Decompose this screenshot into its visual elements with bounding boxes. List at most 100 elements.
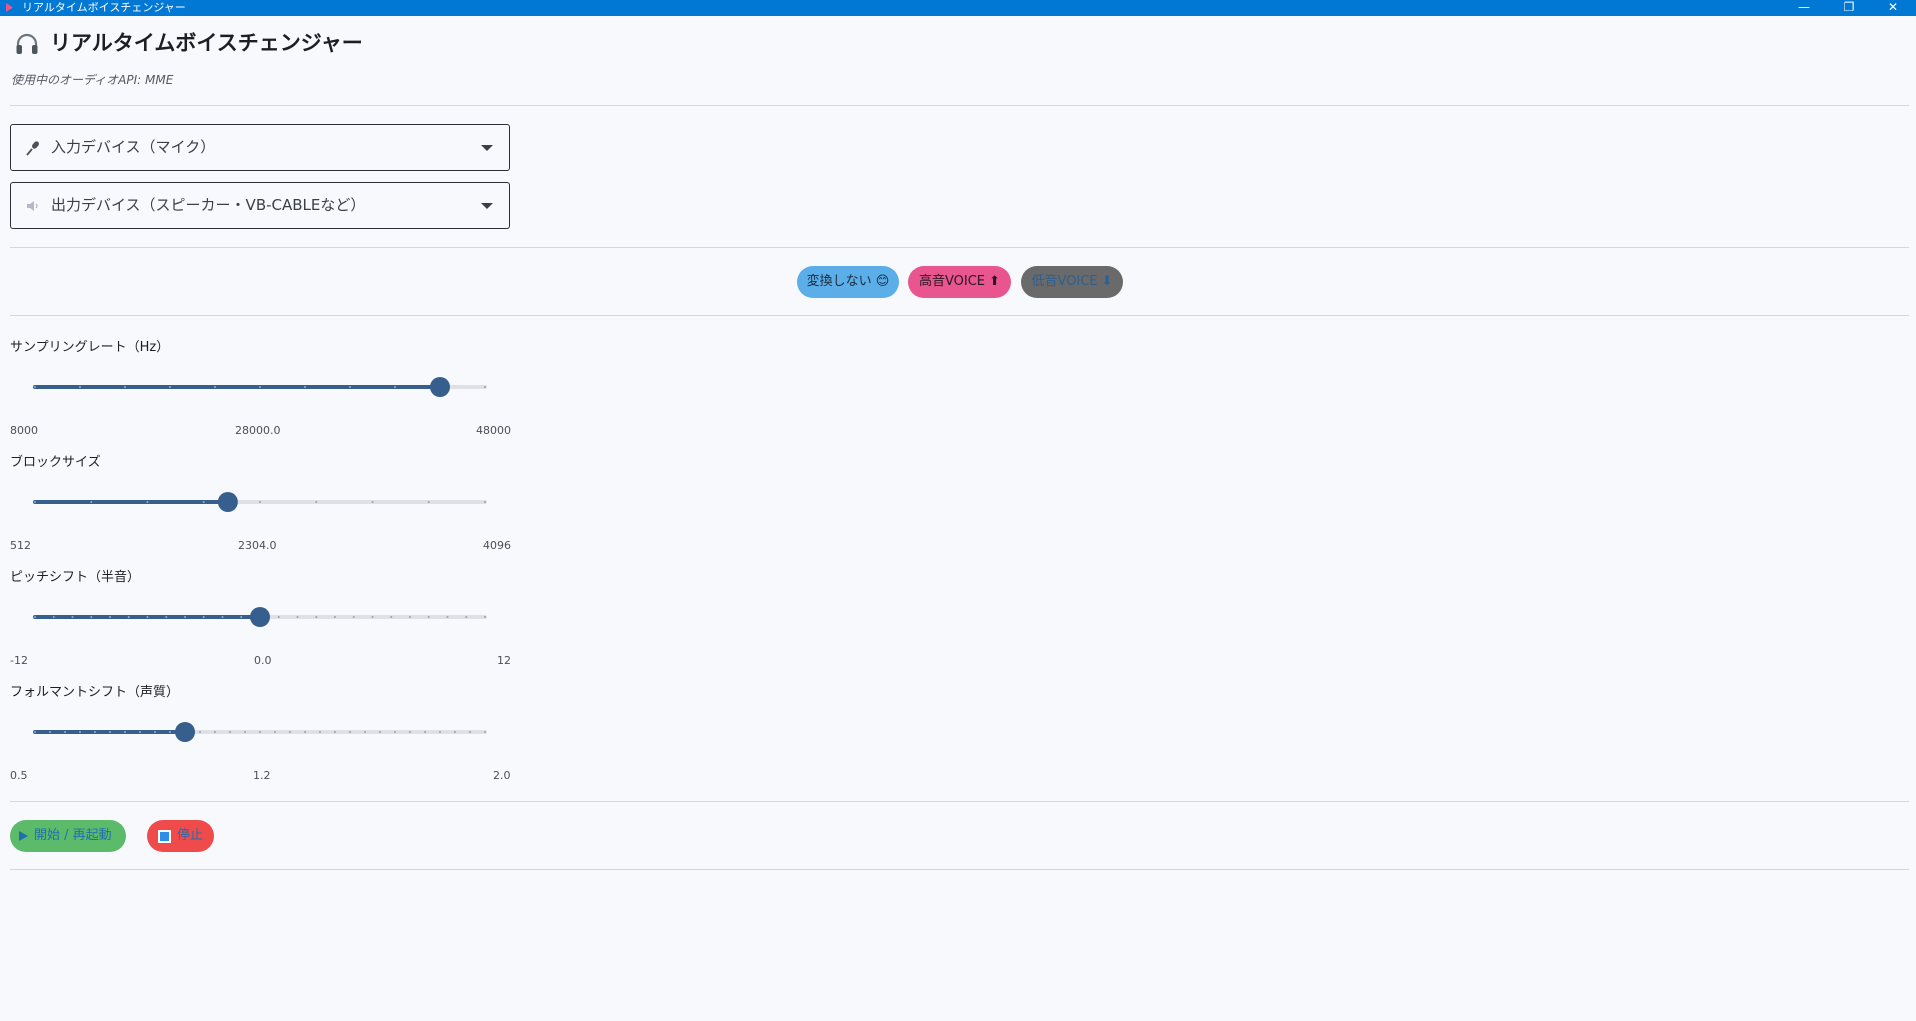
input-device-label: 入力デバイス（マイク） (51, 138, 216, 156)
stop-label: 停止 (177, 828, 204, 843)
slider-tick (79, 731, 81, 733)
slider-tick (409, 731, 411, 733)
slider-tick (424, 731, 426, 733)
block-size-slider[interactable] (30, 487, 490, 517)
output-device-select[interactable]: 出力デバイス（スピーカー・VB-CABLEなど） (10, 182, 510, 229)
slider-tick (394, 386, 396, 388)
slider-tick (109, 616, 111, 618)
app-icon (6, 3, 13, 12)
slider-tick (124, 386, 126, 388)
slider-tick (146, 501, 149, 503)
slider-tick (259, 501, 261, 503)
slider-tick (427, 616, 430, 618)
slider-tick (446, 616, 449, 618)
slider-tick (221, 616, 224, 618)
slider-tick (315, 616, 318, 618)
slider-tick (484, 386, 486, 388)
slider-tick (427, 501, 430, 503)
divider (10, 247, 1909, 248)
slider-tick (124, 731, 126, 733)
slider-tick (465, 616, 468, 618)
sampling-rate-mid: 28000.0 (235, 424, 281, 437)
pitch-shift-min: -12 (10, 654, 28, 667)
slider-tick (304, 386, 306, 388)
block-size-label: ブロックサイズ (10, 455, 101, 470)
start-restart-label: 開始 / 再起動 (34, 828, 112, 843)
slider-tick (371, 616, 374, 618)
block-size-min: 512 (10, 539, 31, 552)
slider-tick (469, 731, 471, 733)
formant-shift-slider[interactable] (30, 717, 490, 747)
stop-icon (158, 830, 171, 843)
slider-tick (319, 731, 321, 733)
slider-tick (371, 501, 374, 503)
slider-tick (364, 731, 366, 733)
pitch-shift-slider[interactable] (30, 602, 490, 632)
slider-tick (379, 731, 381, 733)
slider-tick (34, 386, 36, 388)
chevron-down-icon (481, 203, 493, 209)
block-size-max: 4096 (483, 539, 511, 552)
slider-tick (139, 731, 141, 733)
preset-low-voice-button[interactable]: 低音VOICE ⬇ (1021, 266, 1123, 298)
slider-tick (484, 501, 486, 503)
slider-tick (169, 731, 171, 733)
play-icon (19, 831, 28, 841)
slider-tick (484, 731, 486, 733)
slider-tick (454, 731, 456, 733)
slider-tick (259, 386, 261, 388)
slider-tick (202, 501, 205, 503)
slider-tick (90, 501, 93, 503)
slider-tick (349, 386, 351, 388)
slider-tick (90, 616, 93, 618)
chevron-down-icon (481, 145, 493, 151)
slider-thumb[interactable] (217, 492, 238, 512)
slider-thumb[interactable] (430, 377, 450, 397)
slider-tick (127, 616, 130, 618)
slider-tick (154, 731, 156, 733)
slider-thumb[interactable] (175, 722, 195, 742)
stop-button[interactable]: 停止 (147, 820, 214, 852)
slider-tick (52, 616, 55, 618)
slider-tick (304, 731, 306, 733)
slider-tick (390, 616, 393, 618)
preset-no-conversion-button[interactable]: 変換しない 😊 (797, 266, 899, 298)
slider-tick (277, 616, 280, 618)
close-button[interactable]: ✕ (1873, 0, 1913, 16)
slider-tick (240, 616, 243, 618)
divider (10, 801, 1909, 802)
slider-tick (214, 731, 216, 733)
speaker-icon (27, 201, 38, 211)
slider-tick (34, 501, 36, 503)
slider-tick (289, 731, 291, 733)
divider (10, 869, 1909, 870)
headphones-icon (16, 33, 38, 54)
slider-tick (296, 616, 299, 618)
input-device-select[interactable]: 入力デバイス（マイク） (10, 124, 510, 171)
preset-high-voice-button[interactable]: 高音VOICE ⬆ (908, 266, 1011, 298)
formant-shift-label: フォルマントシフト（声質） (10, 685, 180, 700)
maximize-button[interactable]: ❐ (1829, 0, 1869, 16)
sampling-rate-max: 48000 (476, 424, 511, 437)
slider-tick (34, 616, 36, 618)
slider-tick (334, 616, 336, 618)
slider-tick (34, 731, 36, 733)
window-title: リアルタイムボイスチェンジャー (22, 1, 186, 14)
pitch-shift-mid: 0.0 (254, 654, 272, 667)
slider-tick (165, 616, 168, 618)
slider-tick (109, 731, 111, 733)
slider-tick (214, 386, 216, 388)
slider-tick (352, 616, 355, 618)
start-restart-button[interactable]: 開始 / 再起動 (10, 820, 126, 852)
slider-tick (146, 616, 149, 618)
slider-thumb[interactable] (250, 607, 270, 627)
block-size-mid: 2304.0 (238, 539, 277, 552)
sampling-rate-slider[interactable] (30, 372, 490, 402)
slider-tick (394, 731, 396, 733)
output-device-label: 出力デバイス（スピーカー・VB-CABLEなど） (51, 196, 366, 214)
formant-shift-mid: 1.2 (253, 769, 271, 782)
minimize-button[interactable]: — (1784, 0, 1824, 16)
pitch-shift-label: ピッチシフト（半音） (10, 570, 141, 585)
microphone-icon (26, 141, 39, 156)
slider-tick (244, 731, 246, 733)
